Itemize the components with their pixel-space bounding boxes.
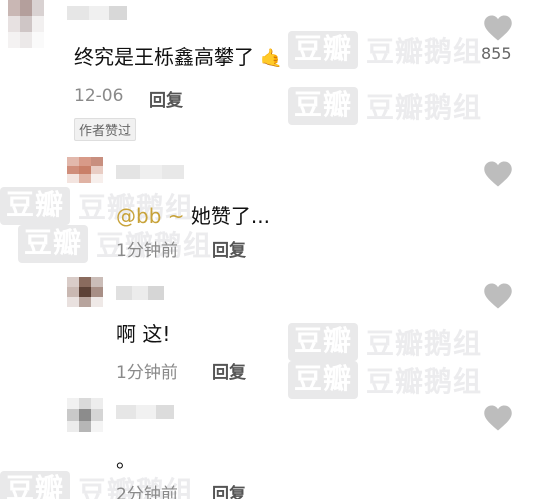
watermark-box: 豆瓣	[0, 187, 71, 225]
watermark-box: 豆瓣	[288, 87, 359, 125]
watermark-box: 豆瓣	[0, 471, 71, 499]
like-count: 855	[481, 44, 512, 63]
author-liked-badge: 作者赞过	[74, 118, 137, 141]
mention-link[interactable]: @bb ~	[116, 204, 185, 228]
watermark-text: 豆瓣鹅组	[366, 35, 483, 68]
comment-time: 2分钟前	[116, 485, 178, 499]
username[interactable]	[116, 165, 184, 179]
username[interactable]	[116, 286, 164, 300]
avatar[interactable]	[67, 277, 103, 307]
reply-button[interactable]: 回复	[212, 358, 246, 383]
heart-icon[interactable]	[483, 404, 513, 432]
avatar[interactable]	[67, 398, 103, 432]
comment-date: 12-06	[74, 86, 124, 106]
reply-button[interactable]: 回复	[212, 236, 246, 261]
watermark-box: 豆瓣	[288, 31, 359, 69]
reply-button[interactable]: 回复	[212, 480, 246, 499]
emoji: 🤙	[260, 48, 283, 69]
watermark-text: 豆瓣鹅组	[366, 327, 483, 360]
watermark-box: 豆瓣	[288, 323, 359, 361]
username[interactable]	[116, 405, 174, 419]
comment-thread: 豆瓣 豆瓣鹅组 豆瓣 豆瓣鹅组 豆瓣 豆瓣鹅组 豆瓣 豆瓣鹅组 豆瓣 豆瓣鹅组 …	[0, 0, 540, 499]
watermark-box: 豆瓣	[18, 225, 89, 263]
avatar[interactable]	[8, 0, 44, 48]
watermark: 豆瓣 豆瓣鹅组	[288, 322, 482, 362]
reply-button[interactable]: 回复	[149, 86, 183, 111]
avatar[interactable]	[67, 157, 103, 183]
username[interactable]	[67, 6, 127, 20]
heart-icon[interactable]	[483, 160, 513, 188]
comment-text: @bb ~ 她赞了...	[116, 204, 270, 228]
comment-text: 终究是王栎鑫高攀了 🤙	[74, 45, 283, 69]
watermark: 豆瓣 豆瓣鹅组	[288, 360, 482, 400]
heart-icon[interactable]	[483, 282, 513, 310]
heart-icon[interactable]	[483, 14, 513, 42]
watermark: 豆瓣 豆瓣鹅组	[288, 86, 482, 126]
watermark: 豆瓣 豆瓣鹅组	[288, 30, 482, 70]
comment-time: 1分钟前	[116, 241, 178, 261]
comment-text: 啊 这!	[116, 322, 171, 346]
watermark-box: 豆瓣	[288, 361, 359, 399]
comment-time: 1分钟前	[116, 363, 178, 383]
watermark-text: 豆瓣鹅组	[366, 365, 483, 398]
comment-text: 。	[116, 448, 136, 472]
watermark-text: 豆瓣鹅组	[366, 91, 483, 124]
